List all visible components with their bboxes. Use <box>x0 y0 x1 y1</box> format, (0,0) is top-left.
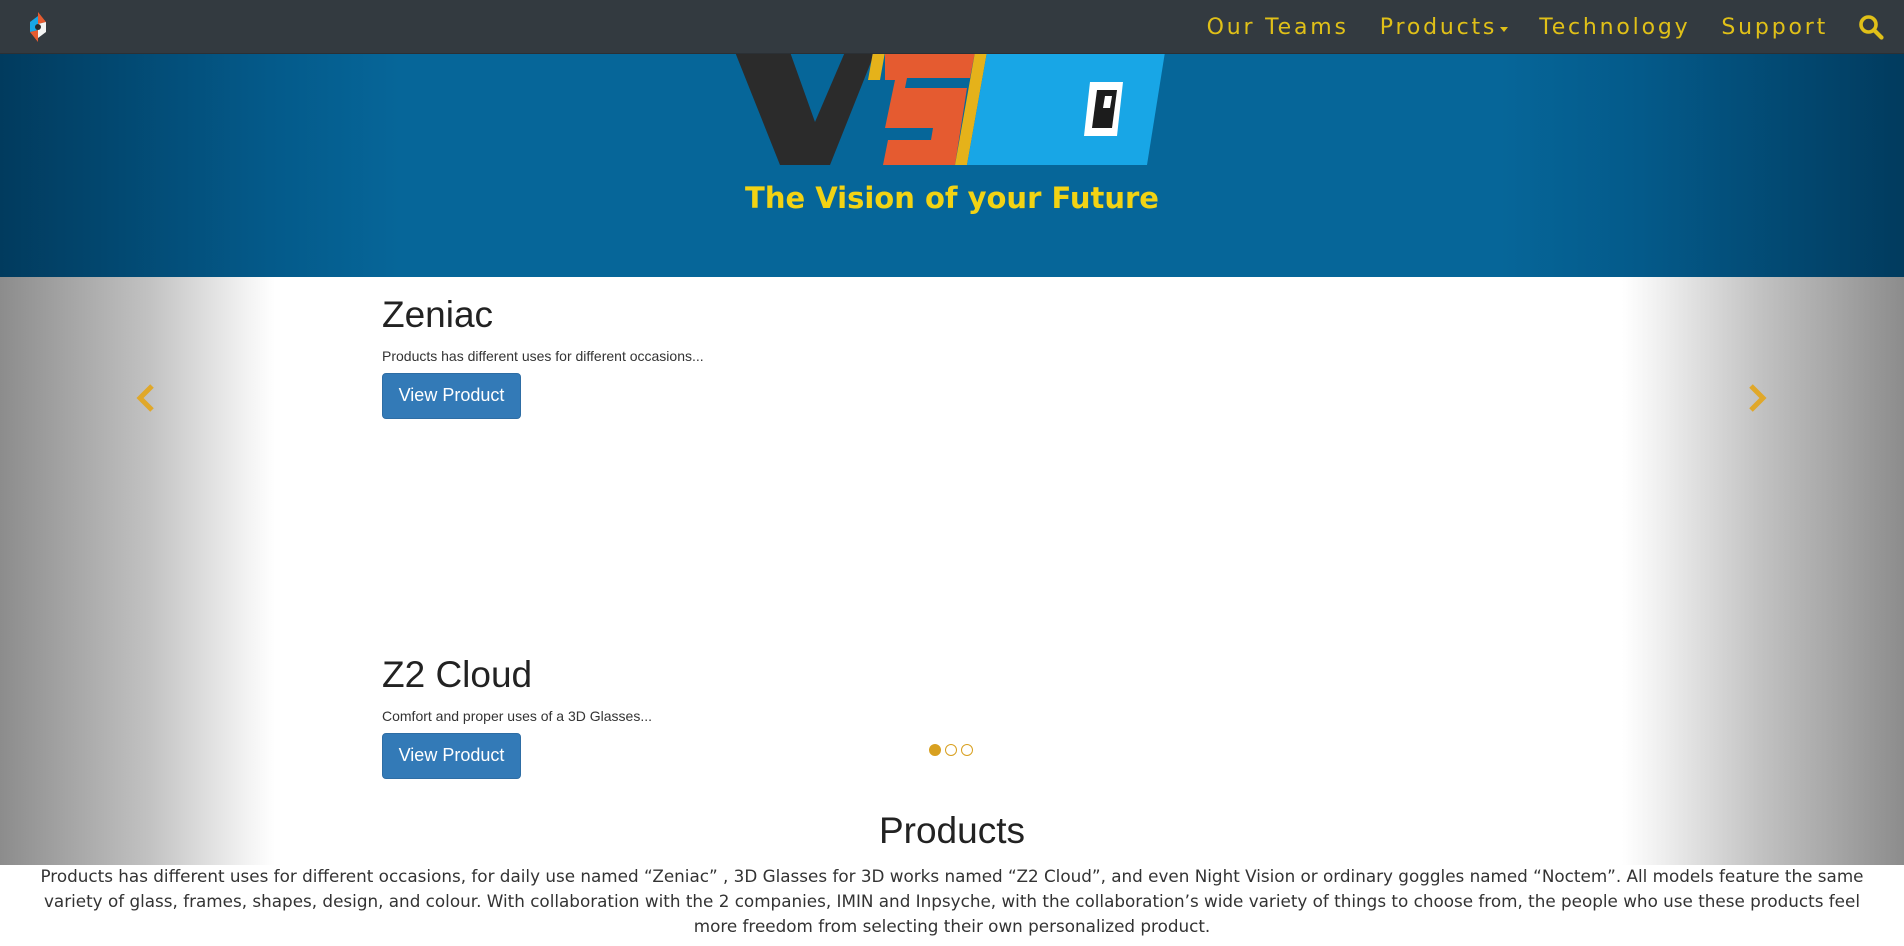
nav-link-label: Technology <box>1539 14 1691 40</box>
carousel-indicator[interactable] <box>961 744 973 756</box>
carousel-indicators <box>929 744 977 756</box>
view-product-button[interactable]: View Product <box>382 732 521 779</box>
slide-description: Comfort and proper uses of a 3D Glasses.… <box>382 707 653 724</box>
nav-link-technology[interactable]: Technology <box>1539 15 1690 40</box>
carousel-slide-zeniac: Zeniac Products has different uses for d… <box>382 294 704 419</box>
nav-link-products-dropdown[interactable]: Products <box>1379 14 1509 40</box>
nav-link-label: Our Teams <box>1206 14 1349 40</box>
carousel-indicator[interactable] <box>945 744 957 756</box>
products-section-title: Products <box>878 810 1025 851</box>
top-navbar: Our Teams Products Technology Support <box>0 0 1904 54</box>
carousel-slide-z2-cloud: Z2 Cloud Comfort and proper uses of a 3D… <box>382 654 653 779</box>
caret-down-icon <box>1500 26 1509 32</box>
products-section-body: Products has different uses for differen… <box>40 866 1864 936</box>
hero-tagline: The Vision of your Future <box>745 181 1159 215</box>
slide-title: Z2 Cloud <box>382 654 533 695</box>
nav-link-label: Products <box>1379 14 1498 40</box>
chevron-right-icon[interactable] <box>1746 383 1768 413</box>
nav-link-support[interactable]: Support <box>1721 15 1828 40</box>
nav-link-label: Support <box>1721 14 1828 40</box>
carousel-indicator[interactable] <box>929 744 941 756</box>
nav-link-our-teams[interactable]: Our Teams <box>1207 15 1349 40</box>
slide-title: Zeniac <box>382 294 494 335</box>
nav-menu: Our Teams Products Technology Support <box>1176 0 1884 54</box>
vision-brand-icon[interactable] <box>26 12 50 42</box>
search-icon[interactable] <box>1858 14 1884 40</box>
chevron-left-icon[interactable] <box>135 383 157 413</box>
product-carousel: Zeniac Products has different uses for d… <box>0 277 1904 865</box>
view-product-button[interactable]: View Product <box>382 372 521 419</box>
slide-description: Products has different uses for differen… <box>382 347 704 364</box>
